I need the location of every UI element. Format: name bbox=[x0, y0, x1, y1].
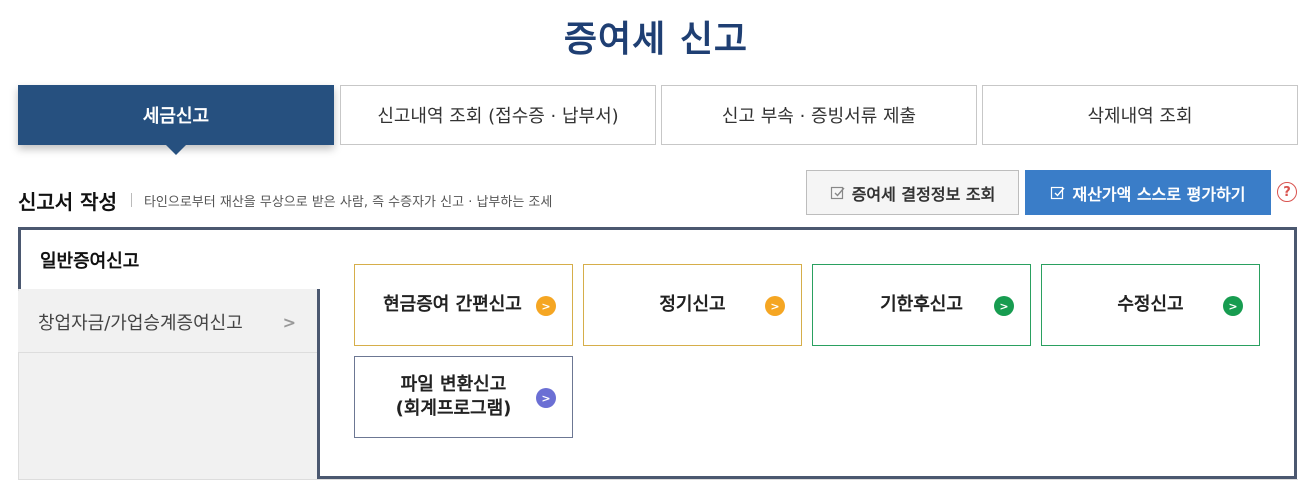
card-file-conversion-filing[interactable]: 파일 변환신고 (회계프로그램) > bbox=[354, 356, 573, 438]
tab-label: 신고내역 조회 (접수증 · 납부서) bbox=[377, 106, 619, 127]
arrow-circle-right-icon: > bbox=[1223, 296, 1243, 316]
divider bbox=[18, 479, 1298, 480]
checkbox-edit-icon bbox=[830, 185, 846, 201]
active-tab-pointer bbox=[166, 145, 186, 155]
section-header: 신고서 작성 타인으로부터 재산을 무상으로 받은 사람, 즉 수증자가 신고 … bbox=[18, 186, 552, 214]
card-label: 현금증여 간편신고 bbox=[383, 293, 522, 315]
card-label: 수정신고 bbox=[1117, 293, 1184, 315]
sidebar-item-startup-succession-gift[interactable]: 창업자금/가업승계증여신고 > bbox=[18, 291, 318, 353]
tab-deleted-history[interactable]: 삭제내역 조회 bbox=[982, 85, 1298, 145]
filing-type-panel: 현금증여 간편신고 > 정기신고 > 기한후신고 > 수정신고 > 파일 변환신… bbox=[317, 227, 1297, 479]
button-label: 증여세 결정정보 조회 bbox=[851, 184, 996, 204]
checkbox-edit-icon bbox=[1050, 185, 1066, 201]
card-label: 기한후신고 bbox=[880, 293, 963, 315]
arrow-circle-right-icon: > bbox=[765, 296, 785, 316]
card-label: 정기신고 bbox=[659, 293, 726, 315]
tab-label: 삭제내역 조회 bbox=[1087, 106, 1193, 127]
tab-label: 신고 부속 · 증빙서류 제출 bbox=[721, 106, 917, 127]
divider bbox=[130, 193, 132, 207]
arrow-circle-right-icon: > bbox=[536, 388, 556, 408]
section-title: 신고서 작성 bbox=[18, 189, 117, 214]
chevron-right-icon: > bbox=[282, 313, 296, 332]
button-label: 재산가액 스스로 평가하기 bbox=[1072, 184, 1246, 204]
active-tab-connector bbox=[317, 230, 320, 289]
arrow-circle-right-icon: > bbox=[536, 296, 556, 316]
sidebar-item-general-gift[interactable]: 일반증여신고 bbox=[18, 227, 320, 289]
sidebar: 일반증여신고 창업자금/가업승계증여신고 > bbox=[18, 227, 320, 494]
card-late-filing[interactable]: 기한후신고 > bbox=[812, 264, 1031, 346]
card-regular-filing[interactable]: 정기신고 > bbox=[583, 264, 802, 346]
self-property-valuation-button[interactable]: 재산가액 스스로 평가하기 bbox=[1025, 170, 1271, 215]
card-label: 파일 변환신고 (회계프로그램) bbox=[395, 373, 512, 419]
tab-label: 세금신고 bbox=[142, 106, 210, 127]
gift-tax-decision-lookup-button[interactable]: 증여세 결정정보 조회 bbox=[806, 170, 1019, 215]
tab-bar: 세금신고 신고내역 조회 (접수증 · 납부서) 신고 부속 · 증빙서류 제출… bbox=[18, 85, 1298, 155]
tab-attachments[interactable]: 신고 부속 · 증빙서류 제출 bbox=[661, 85, 977, 145]
card-cash-gift-simple-filing[interactable]: 현금증여 간편신고 > bbox=[354, 264, 573, 346]
card-amended-filing[interactable]: 수정신고 > bbox=[1041, 264, 1260, 346]
question-circle-icon[interactable]: ? bbox=[1277, 182, 1297, 202]
sidebar-item-label: 창업자금/가업승계증여신고 bbox=[38, 312, 243, 334]
page-title: 증여세 신고 bbox=[563, 19, 749, 60]
tab-filing-history[interactable]: 신고내역 조회 (접수증 · 납부서) bbox=[340, 85, 656, 145]
sidebar-item-label: 일반증여신고 bbox=[40, 250, 140, 272]
arrow-circle-right-icon: > bbox=[994, 296, 1014, 316]
tab-tax-filing[interactable]: 세금신고 bbox=[18, 85, 334, 145]
section-description: 타인으로부터 재산을 무상으로 받은 사람, 즉 수증자가 신고 · 납부하는 … bbox=[143, 194, 553, 210]
